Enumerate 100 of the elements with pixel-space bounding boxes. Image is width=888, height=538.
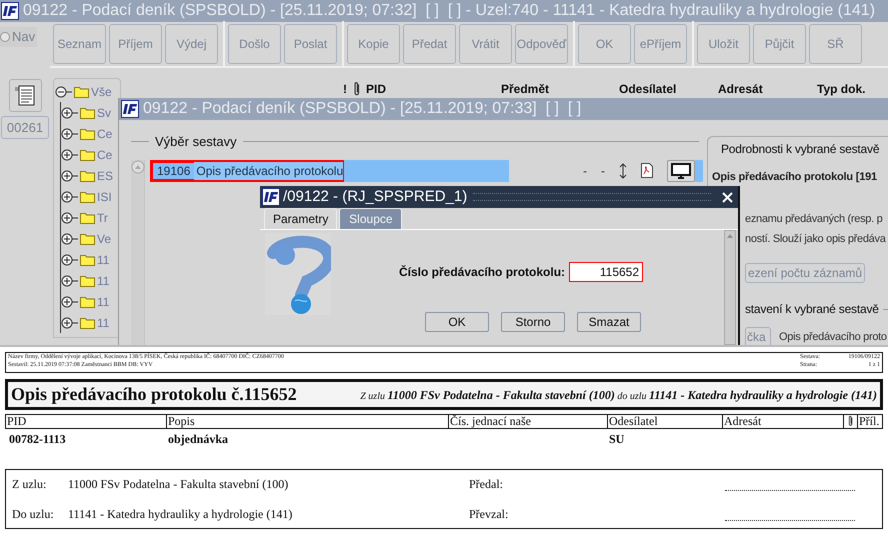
report-cell-text: -: [583, 162, 587, 180]
dialog-title: /09122 - (RJ_SPSPRED_1): [283, 186, 468, 207]
column-header[interactable]: PID: [366, 80, 501, 98]
radio-button[interactable]: [0, 32, 10, 42]
dialog-button[interactable]: Storno: [501, 312, 565, 332]
expand-icon[interactable]: [61, 106, 79, 118]
tree-item[interactable]: 11: [97, 292, 110, 310]
sort-icon[interactable]: [619, 162, 627, 178]
expand-icon[interactable]: [61, 148, 79, 160]
toolbar-button[interactable]: Výdej: [165, 24, 218, 64]
tree-item[interactable]: Ce: [97, 124, 112, 142]
toolbar-button[interactable]: ePříjem: [634, 24, 687, 64]
folder-icon: [80, 316, 96, 328]
collapse-icon[interactable]: [55, 86, 73, 98]
tree-item[interactable]: ISI: [97, 188, 112, 206]
toolbar-button[interactable]: Předat: [403, 24, 456, 64]
tree-item[interactable]: Sv: [97, 104, 112, 122]
folder-icon: [80, 148, 96, 160]
toolbar-button[interactable]: Půjčit: [753, 24, 806, 64]
tab[interactable]: Parametry: [264, 208, 338, 229]
folder-icon: [80, 232, 96, 244]
report-cell-text: -: [601, 162, 605, 180]
node-label: Z uzlu:: [12, 476, 48, 493]
column-header[interactable]: Adresát: [718, 80, 817, 98]
logo-icon: [262, 188, 280, 206]
tree-item[interactable]: Ce: [97, 146, 112, 164]
expand-icon[interactable]: [61, 212, 79, 224]
details-text: ností. Slouží jako opis předáva: [745, 232, 887, 246]
tree-item[interactable]: 11: [97, 250, 110, 268]
expand-icon[interactable]: [61, 254, 79, 266]
tree-item[interactable]: 11: [97, 272, 110, 290]
column-header[interactable]: !: [343, 80, 352, 98]
expand-icon[interactable]: [61, 232, 79, 244]
tree-item[interactable]: ES: [97, 166, 114, 184]
report-subtitle: Z uzlu 11000 FSv Podatelna - Fakulta stavební (100) do uzlu 11141 - Katedra hydrauliky a hydrologie (141): [360, 386, 877, 404]
report-cell-text: objednávka: [168, 431, 230, 448]
node-label: Do uzlu:: [12, 506, 55, 523]
toolbar-button[interactable]: Odpověď: [515, 24, 568, 64]
toolbar-button[interactable]: Poslat: [284, 24, 337, 64]
section-title: stavení k vybrané sestavě: [745, 301, 879, 318]
details-text: eznamu předávaných (resp. p: [745, 212, 884, 227]
folder-icon: [80, 296, 96, 308]
paperclip-icon: [846, 415, 854, 427]
expand-icon[interactable]: [61, 296, 79, 308]
report-column-header: PID: [6, 415, 28, 428]
report-name: Opis předávacího protokolu: [194, 162, 344, 180]
protocol-number-field[interactable]: 115652: [569, 262, 644, 282]
pdf-icon[interactable]: [641, 163, 653, 178]
dialog-button[interactable]: OK: [425, 312, 489, 332]
expand-icon[interactable]: [61, 274, 79, 286]
expand-icon[interactable]: [61, 190, 79, 202]
monitor-icon: [671, 162, 691, 178]
logo-icon: [121, 100, 139, 118]
folder-icon: [80, 170, 96, 182]
toolbar-button[interactable]: Vrátit: [459, 24, 512, 64]
tree-item[interactable]: 11: [97, 314, 110, 332]
node-value: 11141 - Katedra hydrauliky a hydrologie (141): [68, 506, 292, 523]
signature-label: Převzal:: [469, 506, 510, 523]
tree-item[interactable]: Vše: [91, 82, 112, 100]
node-value: 11000 FSv Podatelna - Fakulta stavební (100): [68, 476, 288, 493]
toolbar-button[interactable]: Uložit: [697, 24, 750, 64]
logo-icon: [1, 2, 19, 20]
folder-icon: [74, 86, 90, 98]
tree-item[interactable]: Tr: [97, 208, 108, 226]
scrollbar[interactable]: [724, 230, 736, 345]
expand-icon[interactable]: [61, 316, 79, 328]
limit-button[interactable]: ezení počtu záznamů: [745, 263, 865, 283]
report-column-header: Adresát: [722, 415, 843, 428]
toolbar-button[interactable]: SŘ: [809, 24, 862, 64]
report-id: 19106: [157, 162, 192, 180]
report-cell-text: 00782-1113: [8, 431, 67, 448]
toolbar-button[interactable]: Došlo: [228, 24, 281, 64]
counter-field: 00261: [0, 116, 50, 139]
display-button[interactable]: [667, 160, 695, 182]
folder-icon: [80, 212, 96, 224]
document-button[interactable]: [8, 78, 42, 112]
folder-icon: [80, 254, 96, 266]
report-column-header: Popis: [166, 415, 448, 428]
tree-item[interactable]: Ve: [97, 230, 112, 248]
folder-icon: [80, 190, 96, 202]
folder-icon: [80, 274, 96, 286]
window-title: 09122 - Podací deník (SPSBOLD) - [25.11.2019; 07:32] [ ] [ ] - Uzel:740 - 11141 - Katedra hydrauliky a hydrologie (141): [23, 1, 876, 21]
expand-icon[interactable]: [61, 128, 79, 140]
tab[interactable]: Sloupce: [339, 208, 402, 229]
signature-label: Předal:: [469, 476, 504, 493]
nav-label: Nav: [12, 28, 36, 46]
column-header[interactable]: Typ dok.: [817, 80, 877, 98]
toolbar-button[interactable]: Příjem: [109, 24, 162, 64]
details-heading: Opis předávacího protokolu [191: [712, 170, 878, 185]
toolbar-button[interactable]: Kopie: [347, 24, 400, 64]
column-header[interactable]: Odesílatel: [619, 80, 718, 98]
settings-value: Opis předávacího proto: [779, 330, 887, 345]
toolbar-button[interactable]: OK: [578, 24, 631, 64]
dialog-button[interactable]: Smazat: [577, 312, 641, 332]
expand-icon[interactable]: [61, 170, 79, 182]
column-header[interactable]: Předmět: [501, 80, 619, 98]
close-icon[interactable]: [722, 192, 733, 202]
toolbar-button[interactable]: Seznam: [53, 24, 106, 64]
section-title: Výběr sestavy: [155, 133, 237, 151]
paperclip-icon: [352, 81, 362, 97]
